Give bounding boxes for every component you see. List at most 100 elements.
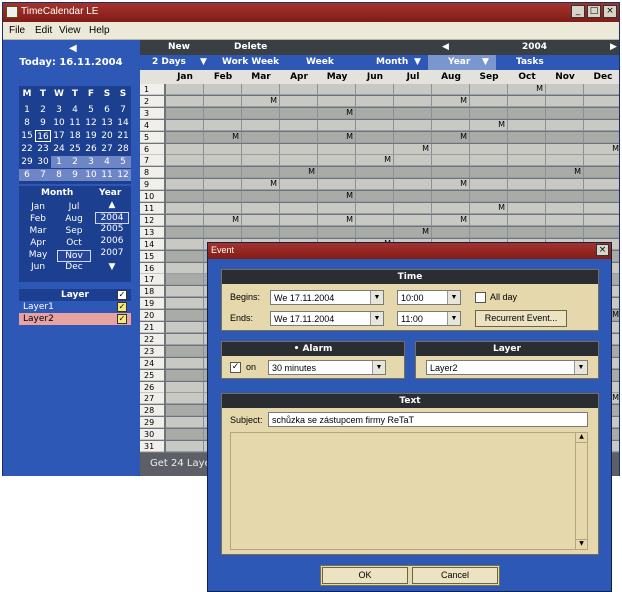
grid-day-cell[interactable]	[242, 226, 280, 238]
mini-calendar-day[interactable]: 16	[35, 130, 51, 142]
prev-day-arrow-icon[interactable]: ◀	[69, 43, 77, 54]
meeting-marker[interactable]: M	[318, 191, 356, 203]
grid-day-cell[interactable]	[166, 143, 204, 155]
grid-day-cell[interactable]	[584, 167, 619, 179]
ends-date-field[interactable]: We 17.11.2004 ▼	[270, 311, 384, 326]
mini-calendar-day[interactable]: 7	[115, 104, 131, 116]
tab-tasks[interactable]: Tasks	[516, 57, 544, 67]
grid-day-cell[interactable]	[356, 226, 394, 238]
mini-calendar-day[interactable]: 8	[51, 169, 67, 181]
grid-day-cell[interactable]	[356, 191, 394, 203]
mini-calendar-day[interactable]: 1	[19, 104, 35, 116]
grid-day-cell[interactable]	[432, 191, 470, 203]
month-option[interactable]: Sep	[57, 226, 91, 236]
grid-day-cell[interactable]	[470, 155, 508, 167]
menu-edit[interactable]: Edit	[35, 25, 52, 36]
grid-day-cell[interactable]	[546, 107, 584, 119]
grid-day-cell[interactable]	[546, 84, 584, 95]
grid-day-cell[interactable]	[204, 155, 242, 167]
dialog-close-button[interactable]: ×	[596, 244, 609, 256]
grid-day-cell[interactable]	[508, 226, 546, 238]
month-option[interactable]: Jan	[21, 202, 55, 212]
ok-button[interactable]: OK	[322, 567, 408, 584]
mini-calendar-day[interactable]: 6	[19, 169, 35, 181]
grid-day-cell[interactable]	[318, 226, 356, 238]
mini-calendar-day[interactable]: 19	[83, 130, 99, 142]
year-option[interactable]: 2006	[95, 236, 129, 246]
meeting-marker[interactable]: M	[280, 167, 318, 179]
meeting-marker[interactable]: M	[204, 131, 242, 143]
month-option[interactable]: Feb	[21, 214, 55, 224]
grid-day-cell[interactable]	[432, 203, 470, 214]
grid-day-cell[interactable]	[356, 203, 394, 214]
mini-calendar-day[interactable]: 12	[83, 117, 99, 129]
grid-day-cell[interactable]	[242, 191, 280, 203]
grid-day-cell[interactable]	[394, 167, 432, 179]
grid-day-cell[interactable]	[280, 179, 318, 191]
grid-day-cell[interactable]	[166, 369, 204, 381]
mini-calendar-day[interactable]: 7	[35, 169, 51, 181]
grid-day-cell[interactable]	[432, 119, 470, 131]
ends-time-field[interactable]: 11:00 ▼	[397, 311, 461, 326]
mini-calendar-day[interactable]: 4	[67, 104, 83, 116]
grid-day-cell[interactable]	[394, 95, 432, 107]
chevron-down-icon[interactable]: ▼	[447, 312, 460, 325]
mini-calendar-day[interactable]: 15	[19, 130, 35, 142]
grid-day-cell[interactable]	[280, 107, 318, 119]
grid-day-cell[interactable]	[166, 226, 204, 238]
grid-day-cell[interactable]	[394, 155, 432, 167]
grid-day-cell[interactable]	[242, 84, 280, 95]
meeting-marker[interactable]: M	[432, 131, 470, 143]
grid-day-cell[interactable]	[280, 95, 318, 107]
meeting-marker[interactable]: M	[318, 131, 356, 143]
grid-day-cell[interactable]	[204, 119, 242, 131]
meeting-marker[interactable]: M	[432, 214, 470, 226]
grid-day-cell[interactable]	[166, 345, 204, 357]
year-option[interactable]: 2004	[95, 212, 129, 224]
meeting-marker[interactable]: M	[470, 203, 508, 214]
mini-calendar-day[interactable]: 23	[35, 143, 51, 155]
grid-day-cell[interactable]	[394, 84, 432, 95]
subject-input[interactable]: schůzka se zástupcem firmy ReTaT	[268, 412, 588, 427]
menu-file[interactable]: File	[9, 25, 25, 36]
mini-calendar-day[interactable]: 14	[115, 117, 131, 129]
notes-textarea[interactable]: ▲ ▼	[230, 432, 588, 550]
grid-day-cell[interactable]	[166, 405, 204, 417]
mini-calendar-day[interactable]: 18	[67, 130, 83, 142]
grid-day-cell[interactable]	[204, 167, 242, 179]
grid-day-cell[interactable]	[242, 203, 280, 214]
grid-day-cell[interactable]	[584, 107, 619, 119]
grid-day-cell[interactable]	[242, 167, 280, 179]
month-option[interactable]: Jul	[57, 202, 91, 212]
grid-day-cell[interactable]	[356, 179, 394, 191]
grid-day-cell[interactable]	[204, 179, 242, 191]
mini-calendar-day[interactable]: 24	[51, 143, 67, 155]
grid-day-cell[interactable]	[166, 333, 204, 345]
grid-day-cell[interactable]	[470, 84, 508, 95]
grid-day-cell[interactable]	[356, 214, 394, 226]
month-option[interactable]: Mar	[21, 226, 55, 236]
meeting-marker[interactable]: M	[508, 84, 546, 95]
grid-day-cell[interactable]	[356, 131, 394, 143]
grid-day-cell[interactable]	[204, 226, 242, 238]
tab-2days-dropdown-icon[interactable]: ▼	[200, 57, 207, 67]
grid-day-cell[interactable]	[204, 84, 242, 95]
next-year-arrow-icon[interactable]: ▶	[610, 42, 617, 52]
tab-year[interactable]: Year	[448, 57, 470, 67]
meeting-marker[interactable]: M	[546, 167, 584, 179]
mini-calendar-day[interactable]: 30	[35, 156, 51, 168]
grid-day-cell[interactable]	[394, 203, 432, 214]
year-option[interactable]: 2007	[95, 248, 129, 258]
grid-day-cell[interactable]	[280, 143, 318, 155]
grid-day-cell[interactable]	[166, 274, 204, 286]
grid-day-cell[interactable]	[584, 191, 619, 203]
grid-day-cell[interactable]	[432, 155, 470, 167]
grid-day-cell[interactable]	[584, 214, 619, 226]
alarm-on-checkbox[interactable]: ✓	[230, 362, 241, 373]
grid-day-cell[interactable]	[318, 119, 356, 131]
mini-calendar-day[interactable]: 13	[99, 117, 115, 129]
grid-day-cell[interactable]	[166, 179, 204, 191]
grid-day-cell[interactable]	[584, 179, 619, 191]
mini-calendar-day[interactable]: 17	[51, 130, 67, 142]
chevron-down-icon[interactable]: ▼	[372, 361, 385, 374]
